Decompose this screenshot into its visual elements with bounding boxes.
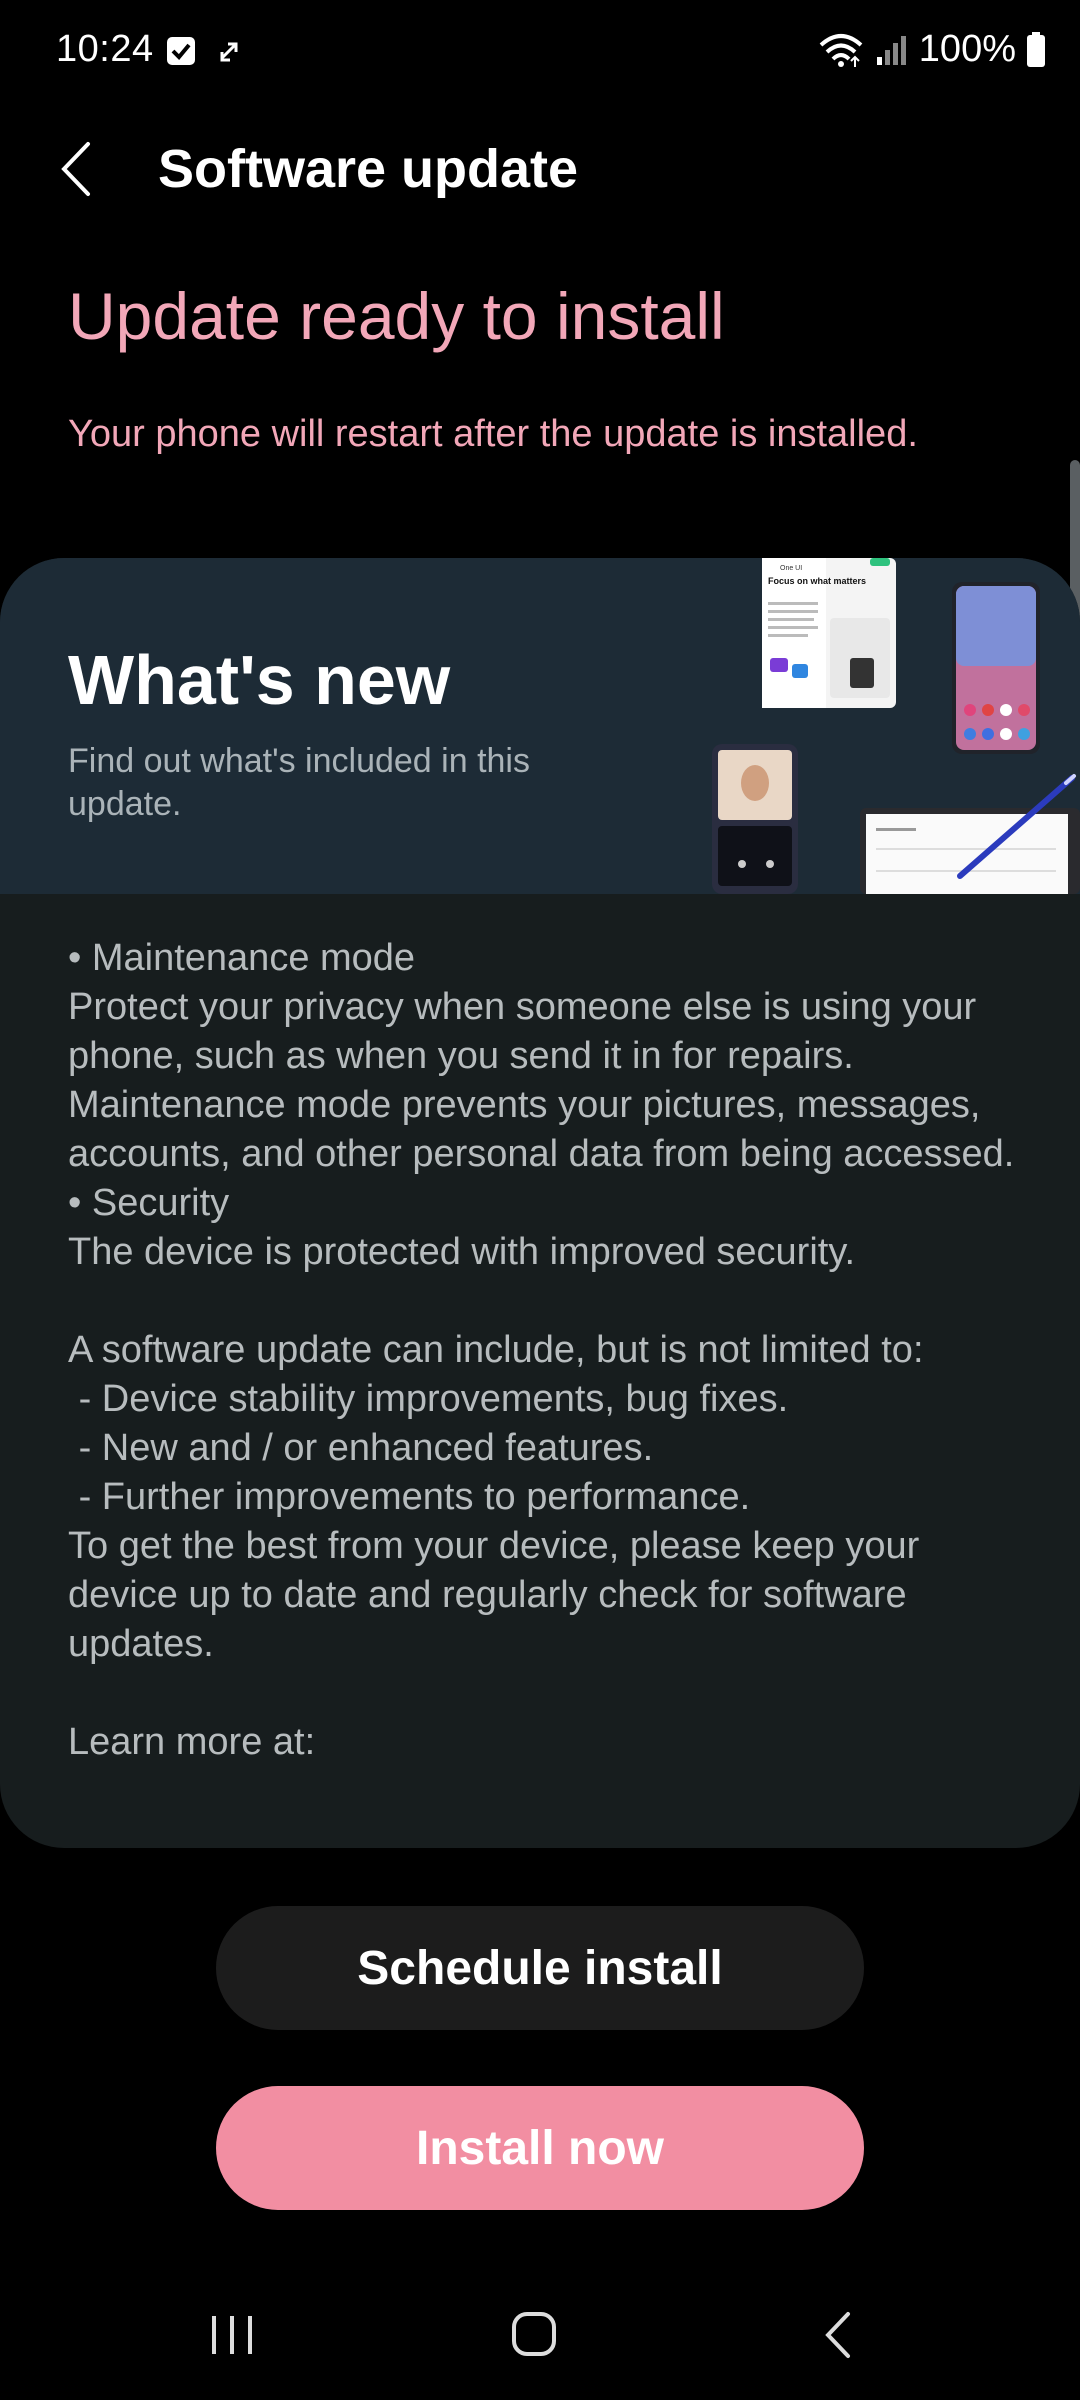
illustration-small-heading: One UI	[780, 565, 802, 572]
navigation-bar	[0, 2270, 1080, 2400]
home-icon	[512, 2312, 556, 2356]
sync-arrows-icon	[220, 42, 238, 62]
install-now-button[interactable]: Install now	[216, 2086, 864, 2210]
status-time: 10:24	[56, 28, 154, 70]
whats-new-card[interactable]: What's new Find out what's included in t…	[0, 558, 1080, 1848]
whats-new-banner: What's new Find out what's included in t…	[0, 558, 1080, 894]
recents-icon	[212, 2316, 252, 2354]
wifi-icon	[819, 33, 863, 67]
update-ready-heading: Update ready to install	[68, 279, 725, 353]
nav-back-button[interactable]	[798, 2300, 878, 2370]
battery-percentage: 100%	[918, 28, 1016, 70]
schedule-install-button[interactable]: Schedule install	[216, 1906, 864, 2030]
recents-button[interactable]	[192, 2300, 272, 2370]
page-title: Software update	[158, 139, 579, 199]
signal-icon	[876, 35, 906, 65]
home-button[interactable]	[494, 2300, 574, 2370]
whats-new-subtitle: Find out what's included in this update.	[68, 742, 530, 823]
status-bar: 10:24 100%	[0, 0, 1080, 110]
app-bar: Software update	[0, 120, 1080, 220]
back-arrow-icon	[61, 142, 90, 196]
illustration-heading: Focus on what matters	[768, 576, 866, 586]
devices-illustration: One UI Focus on what matters	[712, 558, 1080, 894]
nav-back-icon	[825, 2312, 850, 2358]
release-notes: • Maintenance mode Protect your privacy …	[68, 937, 1015, 1763]
checkbox-notification-icon	[167, 37, 195, 65]
back-button[interactable]	[52, 134, 112, 204]
whats-new-title: What's new	[68, 641, 451, 719]
restart-notice: Your phone will restart after the update…	[68, 413, 918, 455]
battery-icon	[1027, 31, 1045, 67]
